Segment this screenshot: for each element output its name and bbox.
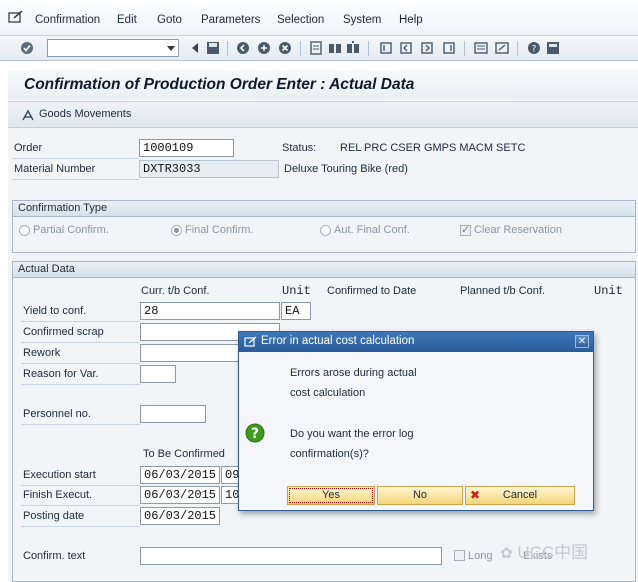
error-dialog: Error in actual cost calculation ✕ Error… [238, 331, 594, 511]
dialog-window-icon [244, 336, 257, 347]
cancel-x-icon: ✖ [470, 488, 481, 502]
aut-final-conf-radio[interactable] [320, 225, 331, 236]
actual-data-title: Actual Data [18, 263, 75, 275]
svg-text:?: ? [532, 45, 537, 55]
shortcut-icon[interactable] [495, 41, 509, 55]
personnel-no-label: Personnel no. [23, 408, 91, 420]
save-icon[interactable] [206, 41, 220, 55]
confirm-text-label: Confirm. text [23, 550, 86, 562]
col-unit2-header: Unit [594, 284, 623, 298]
next-page-icon[interactable] [420, 41, 434, 55]
dialog-question-line2: confirmation(s)? [290, 448, 369, 460]
finish-execution-date-field[interactable]: 06/03/2015 [140, 486, 220, 504]
execution-start-date-field[interactable]: 06/03/2015 [140, 466, 220, 484]
goods-movements-icon[interactable] [21, 108, 35, 122]
find-next-icon[interactable] [346, 41, 360, 55]
confirmation-type-group: Confirmation Type Partial Confirm. Final… [12, 200, 636, 253]
no-button[interactable]: No [377, 486, 463, 505]
col-planned-header: Planned t/b Conf. [460, 285, 546, 297]
menu-help[interactable]: Help [399, 14, 423, 26]
yield-unit-field[interactable]: EA [281, 302, 311, 320]
title-area: Confirmation of Production Order Enter :… [8, 70, 638, 100]
col-unit-header: Unit [282, 284, 311, 298]
status-label: Status: [282, 142, 317, 154]
svg-text:?: ? [251, 426, 259, 442]
question-icon: ? [245, 423, 265, 443]
menu-confirmation[interactable]: Confirmation [35, 14, 100, 26]
final-confirm-radio[interactable] [171, 225, 182, 236]
first-page-icon[interactable] [379, 41, 393, 55]
clear-reservation-checkbox[interactable] [460, 223, 471, 236]
partial-confirm-radio[interactable] [19, 225, 30, 236]
chevron-down-icon[interactable] [167, 46, 175, 51]
page-title: Confirmation of Production Order Enter :… [24, 76, 415, 93]
dialog-title: Error in actual cost calculation [261, 335, 415, 347]
cancel-button-label: Cancel [502, 489, 538, 501]
watermark: ✿ UCC中国 [500, 538, 588, 563]
reason-for-variance-label: Reason for Var. [23, 368, 99, 380]
material-number-label: Material Number [14, 163, 96, 175]
finish-execution-label: Finish Execut. [23, 489, 93, 501]
confirmation-type-title: Confirmation Type [18, 202, 108, 214]
print-icon[interactable] [309, 41, 323, 55]
close-icon[interactable]: ✕ [575, 335, 589, 348]
dialog-message-line1: Errors arose during actual [290, 367, 417, 379]
menu-parameters[interactable]: Parameters [201, 14, 260, 26]
customize-layout-icon[interactable] [546, 41, 560, 55]
menu-edit[interactable]: Edit [117, 14, 137, 26]
posting-date-label: Posting date [23, 510, 85, 522]
rework-label: Rework [23, 347, 61, 359]
status-value: REL PRC CSER GMPS MACM SETC [340, 142, 526, 154]
back-icon[interactable] [236, 41, 250, 55]
clear-reservation-label: Clear Reservation [474, 224, 563, 236]
posting-date-field[interactable]: 06/03/2015 [140, 507, 220, 525]
dialog-titlebar[interactable]: Error in actual cost calculation ✕ [239, 332, 593, 352]
wechat-icon: ✿ [500, 545, 513, 562]
to-be-confirmed-header: To Be Confirmed [143, 448, 225, 460]
execution-start-label: Execution start [23, 469, 96, 481]
menu-goto[interactable]: Goto [157, 14, 182, 26]
find-icon[interactable] [328, 41, 342, 55]
long-text-exists-checkbox[interactable] [454, 550, 465, 561]
no-button-label: No [412, 489, 428, 501]
dialog-question-line1: Do you want the error log [290, 428, 414, 440]
material-number-field[interactable]: DXTR3033 [139, 160, 279, 178]
menu-bar: Confirmation Edit Goto Parameters Select… [0, 0, 638, 36]
back-arrow-icon[interactable] [188, 41, 202, 55]
partial-confirm-label: Partial Confirm. [33, 224, 109, 236]
confirm-text-field[interactable] [140, 547, 442, 565]
help-icon[interactable]: ? [527, 41, 541, 55]
yes-button[interactable]: Yes [287, 486, 375, 505]
command-field[interactable] [47, 39, 179, 57]
confirmed-scrap-label: Confirmed scrap [23, 326, 104, 338]
application-toolbar: Goods Movements [8, 101, 638, 128]
dialog-message-line2: cost calculation [290, 387, 366, 399]
goods-movements-button[interactable]: Goods Movements [39, 108, 131, 120]
col-curr-header: Curr. t/b Conf. [141, 285, 210, 297]
yes-button-label: Yes [322, 489, 340, 501]
system-menu-icon[interactable] [8, 10, 24, 24]
exit-icon[interactable] [257, 41, 271, 55]
enter-icon[interactable] [20, 41, 34, 55]
watermark-text: UCC中国 [517, 543, 589, 562]
create-session-icon[interactable] [474, 41, 488, 55]
menu-selection[interactable]: Selection [277, 14, 324, 26]
final-confirm-label: Final Confirm. [185, 224, 254, 236]
previous-page-icon[interactable] [399, 41, 413, 55]
aut-final-conf-label: Aut. Final Conf. [334, 224, 410, 236]
order-field[interactable]: 1000109 [139, 139, 234, 157]
col-confirmed-header: Confirmed to Date [327, 285, 417, 297]
reason-for-variance-field[interactable] [140, 365, 176, 383]
yield-field[interactable]: 28 [140, 302, 280, 320]
order-label: Order [14, 142, 43, 154]
cancel-icon[interactable] [278, 41, 292, 55]
personnel-no-field[interactable] [140, 405, 206, 423]
standard-toolbar: ? [0, 36, 638, 61]
menu-system[interactable]: System [343, 14, 381, 26]
long-text-label: Long [468, 550, 493, 562]
material-description: Deluxe Touring Bike (red) [284, 163, 408, 175]
cancel-button[interactable]: ✖ Cancel [465, 486, 575, 505]
last-page-icon[interactable] [442, 41, 456, 55]
yield-label: Yield to conf. [23, 305, 87, 317]
